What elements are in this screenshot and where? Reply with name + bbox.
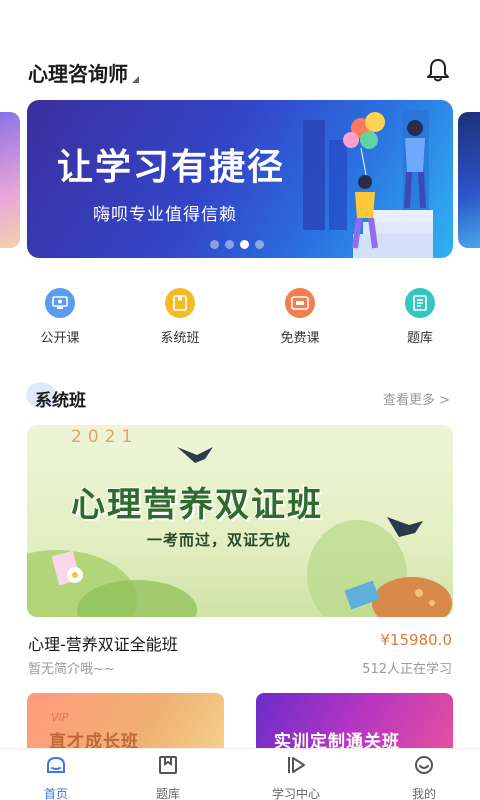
quick-link-system-class[interactable]: 系统班 — [140, 288, 220, 346]
carousel-dot[interactable] — [225, 240, 234, 249]
quick-link-open-class[interactable]: 公开课 — [20, 288, 100, 346]
course-price: ¥15980.0 — [380, 631, 452, 649]
quick-link-label: 免费课 — [280, 331, 320, 346]
course-name[interactable]: 心理-营养双证全能班 — [28, 631, 178, 655]
cover-title: 心理营养双证班 — [71, 485, 323, 525]
tab-label: 学习中心 — [271, 787, 320, 800]
quick-link-label: 题库 — [406, 331, 433, 346]
tab-label: 我的 — [411, 787, 436, 800]
carousel-dot-active[interactable] — [240, 240, 249, 249]
quick-link-label: 公开课 — [40, 331, 80, 346]
carousel-indicator — [210, 240, 264, 249]
carousel-dot[interactable] — [210, 240, 219, 249]
section-header: 系统班 查看更多 > — [0, 380, 480, 420]
bell-icon[interactable] — [424, 56, 452, 84]
home-icon — [47, 756, 65, 773]
free-tag-icon — [285, 288, 315, 318]
next-banner-peek[interactable] — [458, 112, 480, 248]
see-more-link[interactable]: 查看更多 > — [383, 389, 450, 408]
course-card-mini[interactable]: 实训定制通关班 — [256, 693, 453, 753]
carousel-dot[interactable] — [255, 240, 264, 249]
play-icon — [288, 757, 305, 773]
quick-link-label: 系统班 — [160, 331, 200, 346]
cover-subtitle: 一考而过，双证无忧 — [147, 531, 292, 549]
bottom-tab-bar: 首页 题库 学习中心 我的 — [0, 748, 480, 800]
tab-label: 首页 — [43, 787, 68, 800]
book-icon — [165, 288, 195, 318]
course-cover-image[interactable]: 2021 心理营养双证班 一考而过，双证无忧 — [27, 425, 453, 617]
tab-home[interactable]: 首页 — [8, 753, 104, 800]
question-bank-icon — [159, 756, 177, 774]
course-card-mini[interactable]: VIP 直才成长班 — [27, 693, 224, 753]
quick-links: 公开课 系统班 免费课 题库 — [0, 288, 480, 358]
prev-banner-peek[interactable] — [0, 112, 20, 248]
banner-carousel[interactable]: 让学习有捷径 嗨呗专业值得信赖 — [0, 100, 480, 262]
tab-label: 题库 — [155, 787, 180, 800]
screen-icon — [45, 288, 75, 318]
quick-link-question-bank[interactable]: 题库 — [380, 288, 460, 346]
vip-tag: VIP — [51, 711, 69, 724]
profile-icon — [415, 756, 433, 774]
dropdown-caret-icon — [132, 76, 139, 83]
page-title: 心理咨询师 — [28, 62, 128, 86]
document-icon — [405, 288, 435, 318]
banner-subline: 嗨呗专业值得信赖 — [93, 205, 237, 225]
banner-illustration — [303, 110, 433, 258]
course-description: 暂无简介哦~~ — [28, 662, 115, 677]
banner-headline: 让学习有捷径 — [57, 147, 286, 188]
tab-profile[interactable]: 我的 — [376, 753, 472, 800]
course-learner-count: 512人正在学习 — [362, 662, 452, 677]
cover-year: 2021 — [71, 427, 139, 447]
tab-study-center[interactable]: 学习中心 — [248, 753, 344, 800]
tab-question-bank[interactable]: 题库 — [120, 753, 216, 800]
banner-slide[interactable]: 让学习有捷径 嗨呗专业值得信赖 — [27, 100, 453, 258]
category-selector[interactable]: 心理咨询师 — [28, 58, 139, 87]
section-title: 系统班 — [35, 391, 86, 411]
top-header: 心理咨询师 — [0, 0, 480, 100]
quick-link-free-class[interactable]: 免费课 — [260, 288, 340, 346]
